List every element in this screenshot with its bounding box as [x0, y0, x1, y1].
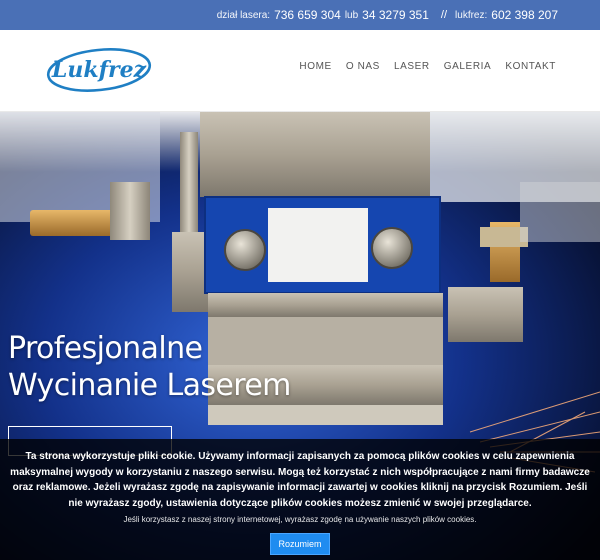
nav-contact[interactable]: KONTAKT	[505, 61, 556, 72]
company-label: lukfrez:	[455, 9, 488, 21]
cookie-accept-button[interactable]: Rozumiem	[270, 533, 330, 555]
nav-laser[interactable]: LASER	[394, 61, 430, 72]
company-phone[interactable]: 602 398 207	[491, 8, 558, 22]
laser-phone[interactable]: 736 659 304	[274, 8, 341, 22]
logo-graphic: Lukfrez	[46, 48, 152, 92]
hero-title-line-2: Wycinanie Laserem	[8, 368, 291, 403]
laser-dept-label: dział lasera:	[216, 9, 271, 21]
cookie-note: Jeśli korzystasz z naszej strony interne…	[123, 515, 477, 524]
cookie-message: Ta strona wykorzystuje pliki cookie. Uży…	[10, 451, 590, 509]
site-header: Lukfrez HOME O NAS LASER GALERIA KONTAKT	[0, 30, 600, 112]
separator: //	[440, 9, 448, 21]
hero-title-line-1: Profesjonalne	[8, 331, 203, 366]
nav-about[interactable]: O NAS	[346, 61, 380, 72]
cookie-banner: Ta strona wykorzystuje pliki cookie. Uży…	[0, 439, 600, 560]
nav-home[interactable]: HOME	[299, 61, 331, 72]
contact-bar: dział lasera: 736 659 304 lub 34 3279 35…	[0, 0, 600, 30]
logo[interactable]: Lukfrez	[46, 45, 152, 95]
logo-text: Lukfrez	[51, 57, 147, 83]
laser-phone-alt[interactable]: 34 3279 351	[362, 8, 429, 22]
or-label: lub	[344, 9, 359, 21]
nav-gallery[interactable]: GALERIA	[444, 61, 492, 72]
hero-title: Profesjonalne Wycinanie Laserem	[8, 330, 291, 404]
main-nav: HOME O NAS LASER GALERIA KONTAKT	[285, 61, 556, 72]
